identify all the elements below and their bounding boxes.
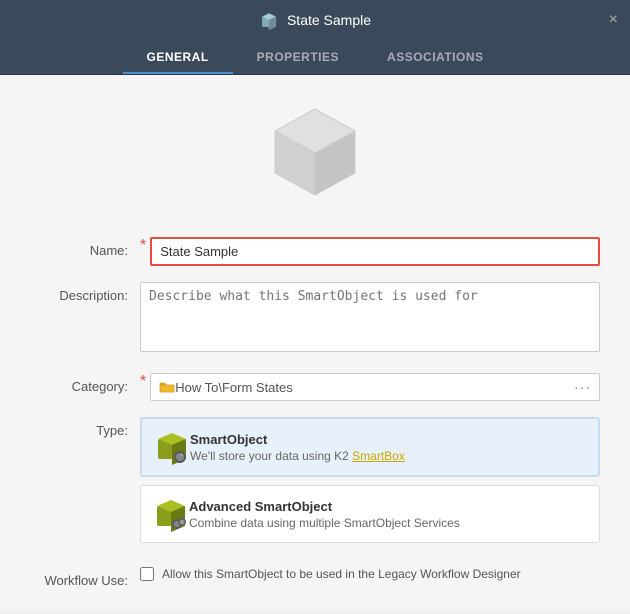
category-label: Category: — [30, 373, 140, 394]
type-option-smartobject-text: SmartObject We'll store your data using … — [190, 432, 405, 463]
name-label: Name: — [30, 237, 140, 258]
workflow-control-wrap: Allow this SmartObject to be used in the… — [140, 567, 600, 601]
category-ellipsis[interactable]: ··· — [574, 379, 591, 395]
tab-associations[interactable]: ASSOCIATIONS — [363, 40, 507, 74]
tab-general[interactable]: GENERAL — [123, 40, 233, 74]
type-label: Type: — [30, 417, 140, 438]
workflow-checkbox-row: Allow this SmartObject to be used in the… — [140, 567, 600, 581]
description-control-wrap — [140, 282, 600, 357]
category-field[interactable]: How To\Form States ··· — [150, 373, 600, 401]
category-required: * — [140, 373, 146, 391]
smartobject-desc: We'll store your data using K2 SmartBox — [190, 449, 405, 463]
description-row: Description: — [30, 282, 600, 357]
category-value: How To\Form States — [175, 380, 293, 395]
description-label: Description: — [30, 282, 140, 303]
type-control-wrap: SmartObject We'll store your data using … — [140, 417, 600, 551]
tab-properties[interactable]: PROPERTIES — [233, 40, 363, 74]
smartobject-type-icon — [154, 429, 190, 465]
smartobject-title: SmartObject — [190, 432, 405, 447]
smartbox-link[interactable]: SmartBox — [352, 449, 405, 463]
name-control-wrap — [150, 237, 600, 266]
category-row: Category: * How To\Form States ··· — [30, 373, 600, 401]
close-icon[interactable]: × — [609, 11, 618, 29]
category-control-wrap: How To\Form States ··· — [150, 373, 600, 401]
description-input[interactable] — [140, 282, 600, 352]
type-option-advanced-text: Advanced SmartObject Combine data using … — [189, 499, 460, 530]
cube-icon-area — [0, 75, 630, 229]
advanced-title: Advanced SmartObject — [189, 499, 460, 514]
workflow-checkbox[interactable] — [140, 567, 154, 581]
name-input[interactable] — [150, 237, 600, 266]
workflow-label: Workflow Use: — [30, 567, 140, 588]
advanced-desc: Combine data using multiple SmartObject … — [189, 516, 460, 530]
tab-bar: GENERAL PROPERTIES ASSOCIATIONS — [0, 40, 630, 75]
title-bar: State Sample × — [0, 0, 630, 40]
form-area: Name: * Description: Category: * — [0, 229, 630, 609]
content-area: Name: * Description: Category: * — [0, 75, 630, 609]
name-row: Name: * — [30, 237, 600, 266]
type-row: Type: SmartObject — [30, 417, 600, 551]
name-required: * — [140, 237, 146, 255]
folder-icon — [159, 380, 175, 394]
dialog-title: State Sample — [287, 12, 371, 28]
workflow-row: Workflow Use: Allow this SmartObject to … — [30, 567, 600, 601]
cube-icon — [260, 99, 370, 209]
type-option-advanced[interactable]: Advanced SmartObject Combine data using … — [140, 485, 600, 543]
advanced-smartobject-type-icon — [153, 496, 189, 532]
workflow-checkbox-label: Allow this SmartObject to be used in the… — [162, 567, 521, 581]
type-option-smartobject[interactable]: SmartObject We'll store your data using … — [140, 417, 600, 477]
smartobject-icon — [259, 10, 279, 30]
